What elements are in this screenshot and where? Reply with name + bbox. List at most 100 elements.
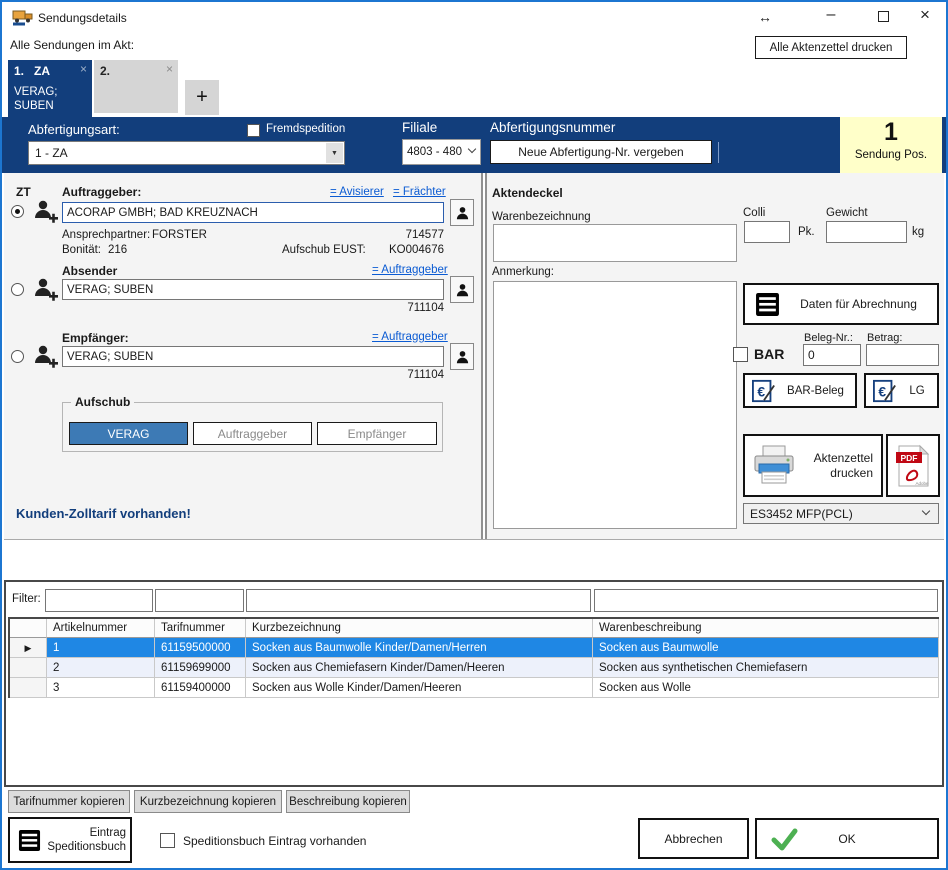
row-selector-cell[interactable]: ▶ <box>10 638 47 658</box>
aufschub-verag-button[interactable]: VERAG <box>69 422 188 445</box>
row-selector-cell[interactable] <box>10 678 47 698</box>
eintrag-speditionsbuch-button[interactable]: Eintrag Speditionsbuch <box>8 817 132 863</box>
printer-select[interactable]: ES3452 MFP(PCL) <box>743 503 939 524</box>
printer-value: ES3452 MFP(PCL) <box>750 507 853 521</box>
filter-input-warenbeschreibung[interactable] <box>594 589 938 612</box>
add-person-icon[interactable] <box>34 199 58 230</box>
header-artikelnummer[interactable]: Artikelnummer <box>47 619 155 638</box>
cell-warenbeschreibung[interactable]: Socken aus synthetischen Chemiefasern <box>593 658 939 678</box>
add-person-icon[interactable] <box>34 344 58 375</box>
add-shipment-button[interactable]: + <box>185 80 219 115</box>
aufschub-auftraggeber-button[interactable]: Auftraggeber <box>193 422 312 445</box>
speditionsbuch-checkbox[interactable] <box>160 833 175 848</box>
add-person-icon[interactable] <box>34 277 58 308</box>
empfaenger-person-button[interactable] <box>450 343 474 370</box>
empfaenger-radio[interactable] <box>11 350 24 363</box>
dropdown-arrow-icon[interactable]: ▼ <box>326 143 343 163</box>
colli-label: Colli <box>743 207 765 219</box>
tab2-number: 2. <box>100 64 110 78</box>
neue-abfertigungsnr-button[interactable]: Neue Abfertigung-Nr. vergeben <box>490 140 712 164</box>
tab1-line1: VERAG; <box>14 86 57 98</box>
avisierer-link[interactable]: = Avisierer <box>330 186 384 198</box>
cell-tarifnummer[interactable]: 61159500000 <box>155 638 246 658</box>
anmerkung-label: Anmerkung: <box>492 266 554 278</box>
minimize-button[interactable]: – <box>820 6 842 24</box>
betrag-input[interactable] <box>866 344 939 366</box>
bonitaet-label: Bonität: <box>62 244 101 256</box>
fremdspedition-checkbox[interactable] <box>247 124 260 137</box>
tab2-close-icon[interactable]: × <box>166 62 173 76</box>
print-all-aktenzettel-button[interactable]: Alle Aktenzettel drucken <box>755 36 907 59</box>
header-kurzbezeichnung[interactable]: Kurzbezeichnung <box>246 619 593 638</box>
aufschub-empfaenger-button[interactable]: Empfänger <box>317 422 437 445</box>
resize-icon[interactable]: ↔ <box>754 9 776 25</box>
auftraggeber-radio[interactable] <box>11 205 24 218</box>
tab-shipment-2[interactable]: 2. × <box>94 60 178 113</box>
maximize-button[interactable] <box>878 11 889 22</box>
sendung-pos-label: Sendung Pos. <box>840 149 942 161</box>
header-warenbeschreibung[interactable]: Warenbeschreibung <box>593 619 939 638</box>
fraechter-link[interactable]: = Frächter <box>393 186 446 198</box>
abfertigungsart-label: Abfertigungsart: <box>28 122 120 137</box>
cell-artikelnummer[interactable]: 2 <box>47 658 155 678</box>
cell-artikelnummer[interactable]: 3 <box>47 678 155 698</box>
table-row[interactable]: ▶ 1 61159500000 Socken aus Baumwolle Kin… <box>10 638 939 658</box>
ok-button[interactable]: OK <box>755 818 939 859</box>
cell-kurzbezeichnung[interactable]: Socken aus Chemiefasern Kinder/Damen/Hee… <box>246 658 593 678</box>
warenbezeichnung-textarea[interactable] <box>493 224 737 262</box>
copy-beschreibung-button[interactable]: Beschreibung kopieren <box>286 790 410 813</box>
bar-beleg-button[interactable]: € BAR-Beleg <box>743 373 857 408</box>
copy-tarifnummer-button[interactable]: Tarifnummer kopieren <box>8 790 130 813</box>
cell-artikelnummer[interactable]: 1 <box>47 638 155 658</box>
filiale-select[interactable]: 4803 - 480 <box>402 139 481 165</box>
copy-kurzbezeichnung-button[interactable]: Kurzbezeichnung kopieren <box>134 790 282 813</box>
empfaenger-auftraggeber-link[interactable]: = Auftraggeber <box>372 331 448 343</box>
banner-separator <box>718 142 719 163</box>
gewicht-input[interactable] <box>826 221 907 243</box>
zt-label: ZT <box>16 185 31 199</box>
absender-auftraggeber-link[interactable]: = Auftraggeber <box>372 264 448 276</box>
auftraggeber-number: 714577 <box>344 229 444 241</box>
absender-radio[interactable] <box>11 283 24 296</box>
tab-shipment-1[interactable]: 1. ZA × VERAG; SUBEN <box>8 60 92 117</box>
empfaenger-input[interactable] <box>62 346 444 367</box>
absender-input[interactable] <box>62 279 444 300</box>
cell-warenbeschreibung[interactable]: Socken aus Wolle <box>593 678 939 698</box>
aktenzettel-drucken-button[interactable]: Aktenzettel drucken <box>743 434 883 497</box>
filter-input-kurzbezeichnung[interactable] <box>246 589 591 612</box>
row-selector-cell[interactable] <box>10 658 47 678</box>
filter-input-artikelnummer[interactable] <box>45 589 153 612</box>
table-row[interactable]: 2 61159699000 Socken aus Chemiefasern Ki… <box>10 658 939 678</box>
absender-person-button[interactable] <box>450 276 474 303</box>
table-row[interactable]: 3 61159400000 Socken aus Wolle Kinder/Da… <box>10 678 939 698</box>
colli-input[interactable] <box>744 221 790 243</box>
window-title: Sendungsdetails <box>38 11 127 25</box>
pdf-button[interactable]: PDF Adobe <box>886 434 940 497</box>
abfertigungsart-select[interactable]: 1 - ZA ▼ <box>28 141 345 165</box>
lg-button[interactable]: € LG <box>864 373 939 408</box>
cell-kurzbezeichnung[interactable]: Socken aus Wolle Kinder/Damen/Heeren <box>246 678 593 698</box>
header-tarifnummer[interactable]: Tarifnummer <box>155 619 246 638</box>
daten-abrechnung-button[interactable]: Daten für Abrechnung <box>743 283 939 325</box>
beleg-nr-input[interactable] <box>803 344 861 366</box>
cell-warenbeschreibung[interactable]: Socken aus Baumwolle <box>593 638 939 658</box>
empfaenger-label: Empfänger: <box>62 331 129 345</box>
sendung-pos-count: 1 <box>840 117 942 147</box>
filter-input-tarifnummer[interactable] <box>155 589 244 612</box>
bar-checkbox[interactable] <box>733 347 748 362</box>
person-icon <box>455 349 470 365</box>
betrag-label: Betrag: <box>867 332 902 344</box>
cell-kurzbezeichnung[interactable]: Socken aus Baumwolle Kinder/Damen/Herren <box>246 638 593 658</box>
auftraggeber-input[interactable] <box>62 202 444 223</box>
tab1-close-icon[interactable]: × <box>80 62 87 76</box>
cell-tarifnummer[interactable]: 61159400000 <box>155 678 246 698</box>
anmerkung-textarea[interactable] <box>493 281 737 529</box>
sendungen-label: Alle Sendungen im Akt: <box>10 38 134 52</box>
cell-tarifnummer[interactable]: 61159699000 <box>155 658 246 678</box>
filter-label: Filter: <box>12 593 41 605</box>
aufschub-legend: Aufschub <box>71 395 134 409</box>
cancel-button[interactable]: Abbrechen <box>638 818 749 859</box>
close-button[interactable]: × <box>914 5 936 25</box>
aufschub-eust-value: KO004676 <box>344 244 444 256</box>
auftraggeber-person-button[interactable] <box>450 199 474 226</box>
